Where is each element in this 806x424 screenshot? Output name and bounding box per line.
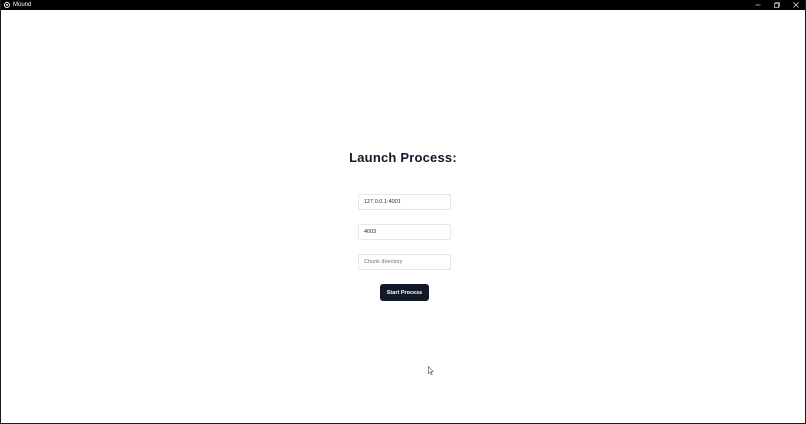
window-controls: [748, 0, 805, 10]
window-title: Mound: [13, 2, 32, 8]
start-process-button[interactable]: Start Process: [380, 284, 429, 301]
app-window: Mound Launch Process: 127.0.0.1:4001 400…: [0, 0, 806, 424]
close-button[interactable]: [786, 0, 805, 10]
page-title: Launch Process:: [349, 150, 457, 165]
minimize-button[interactable]: [748, 0, 767, 10]
chunk-directory-input[interactable]: [358, 254, 451, 270]
app-logo-icon: [4, 2, 10, 8]
port-input[interactable]: [358, 224, 451, 240]
minimize-icon: [755, 4, 760, 6]
restore-button[interactable]: [767, 0, 786, 10]
mouse-cursor-icon: [428, 366, 434, 375]
restore-icon: [773, 2, 780, 8]
close-icon: [792, 2, 799, 8]
main-content: Launch Process: Start Process: [1, 10, 805, 424]
title-bar[interactable]: Mound: [1, 0, 805, 10]
address-input[interactable]: [358, 194, 451, 210]
